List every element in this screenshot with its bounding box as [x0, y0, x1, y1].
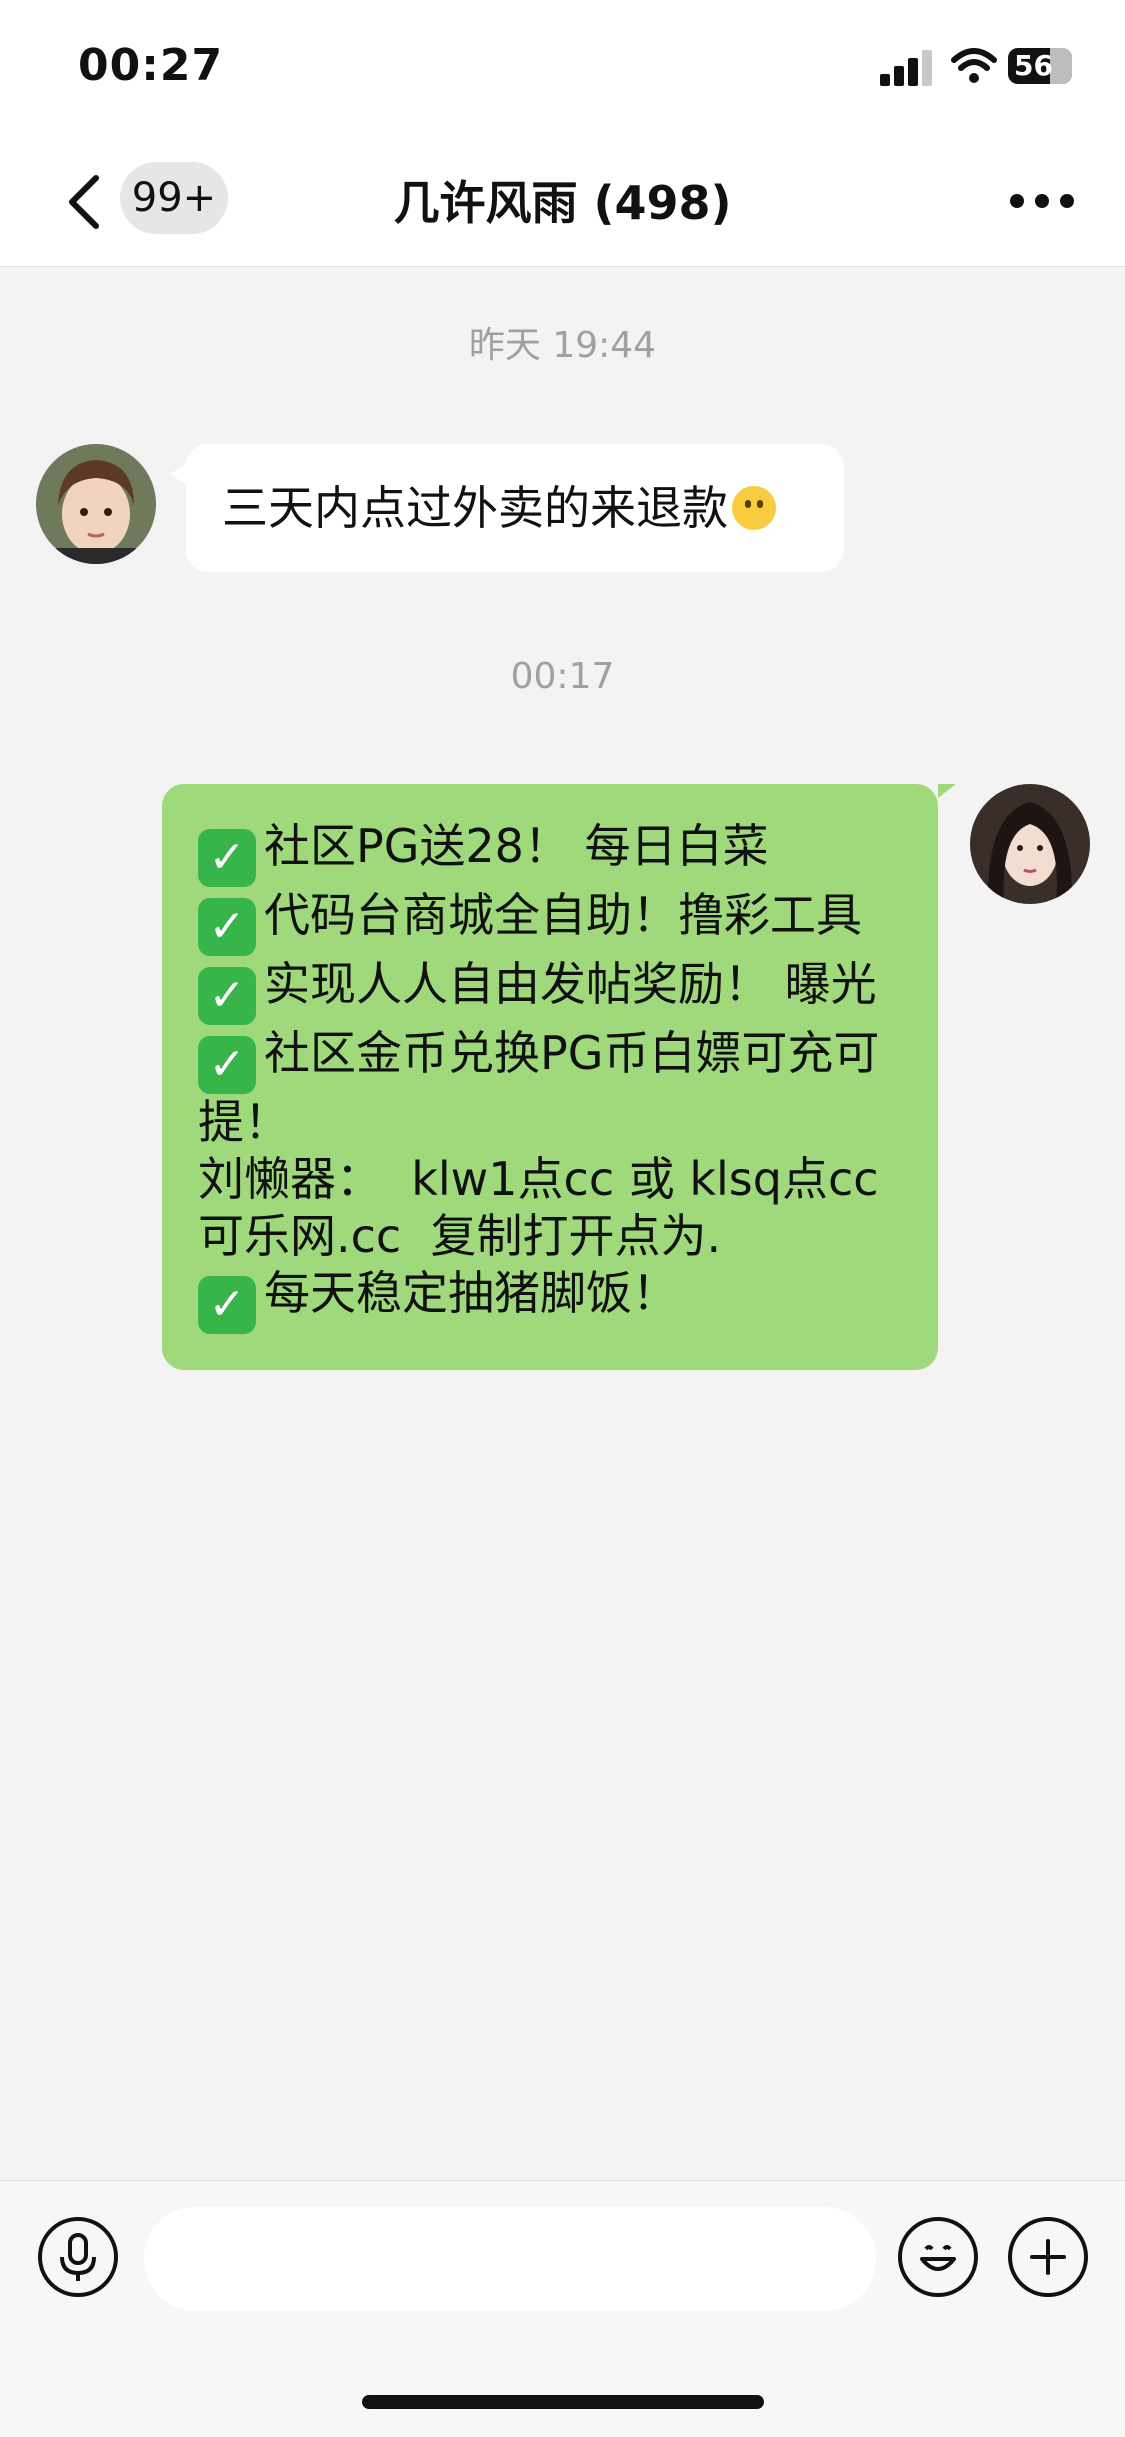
message-line: ✓ 实现人人自由发帖奖励！ 曝光 [198, 956, 918, 1025]
check-mark-icon: ✓ [198, 967, 256, 1025]
microphone-icon[interactable] [38, 2217, 118, 2297]
message-line-text: 社区金币兑换PG币白嫖可充可提！ [198, 1026, 880, 1149]
cellular-signal-icon [880, 50, 936, 86]
outgoing-message-bubble[interactable]: ✓ 社区PG送28！ 每日白菜 ✓ 代码台商城全自助！撸彩工具 ✓ 实现人人自由发帖奖励！… [162, 784, 956, 1370]
battery-level: 56 [1014, 49, 1053, 82]
battery-icon: 56 [1008, 48, 1072, 84]
message-line: ✓ 社区PG送28！ 每日白菜 [198, 818, 918, 887]
message-line: 刘懒器： klw1点cc 或 klsq点cc 可乐网.cc 复制打开点为. [198, 1151, 918, 1265]
message-line-text: 刘懒器： klw1点cc 或 klsq点cc 可乐网.cc 复制打开点为. [198, 1152, 894, 1263]
sender-avatar[interactable] [36, 444, 156, 564]
chat-header: 99+ 几许风雨 (498) [0, 140, 1125, 267]
check-mark-icon: ✓ [198, 1036, 256, 1094]
emoji-icon[interactable] [898, 2217, 978, 2297]
incoming-message-bubble[interactable]: 三天内点过外卖的来退款 [170, 444, 844, 572]
chat-timestamp: 昨天 19:44 [468, 325, 657, 366]
message-line: ✓ 社区金币兑换PG币白嫖可充可提！ [198, 1025, 918, 1151]
my-avatar[interactable] [970, 784, 1090, 904]
check-mark-icon: ✓ [198, 1276, 256, 1334]
incoming-message-text: 三天内点过外卖的来退款 [222, 481, 728, 535]
wifi-icon [951, 48, 997, 83]
chat-title: 几许风雨 (498) [393, 176, 732, 230]
chat-timestamp: 00:17 [510, 656, 615, 697]
outgoing-message-text: ✓ 社区PG送28！ 每日白菜 ✓ 代码台商城全自助！撸彩工具 ✓ 实现人人自由发帖奖励！… [198, 818, 918, 1334]
home-indicator[interactable] [362, 2395, 764, 2409]
chevron-left-icon[interactable] [60, 172, 110, 232]
message-line-text: 实现人人自由发帖奖励！ 曝光 [264, 957, 877, 1011]
check-mark-icon: ✓ [198, 898, 256, 956]
message-line: ✓ 每天稳定抽猪脚饭！ [198, 1265, 918, 1334]
unread-count-badge[interactable]: 99+ [120, 162, 228, 234]
message-line-text: 每天稳定抽猪脚饭！ [264, 1266, 678, 1320]
status-time: 00:27 [78, 40, 224, 91]
message-line-text: 社区PG送28！ 每日白菜 [264, 819, 769, 873]
message-line-text: 代码台商城全自助！撸彩工具 [264, 888, 862, 942]
message-line: ✓ 代码台商城全自助！撸彩工具 [198, 887, 918, 956]
plus-icon[interactable] [1008, 2217, 1088, 2297]
check-mark-icon: ✓ [198, 829, 256, 887]
message-input[interactable] [144, 2207, 876, 2311]
status-bar: 00:27 56 [0, 0, 1125, 140]
slight-smile-emoji-icon [732, 486, 776, 530]
more-dots-icon[interactable] [1010, 190, 1080, 210]
